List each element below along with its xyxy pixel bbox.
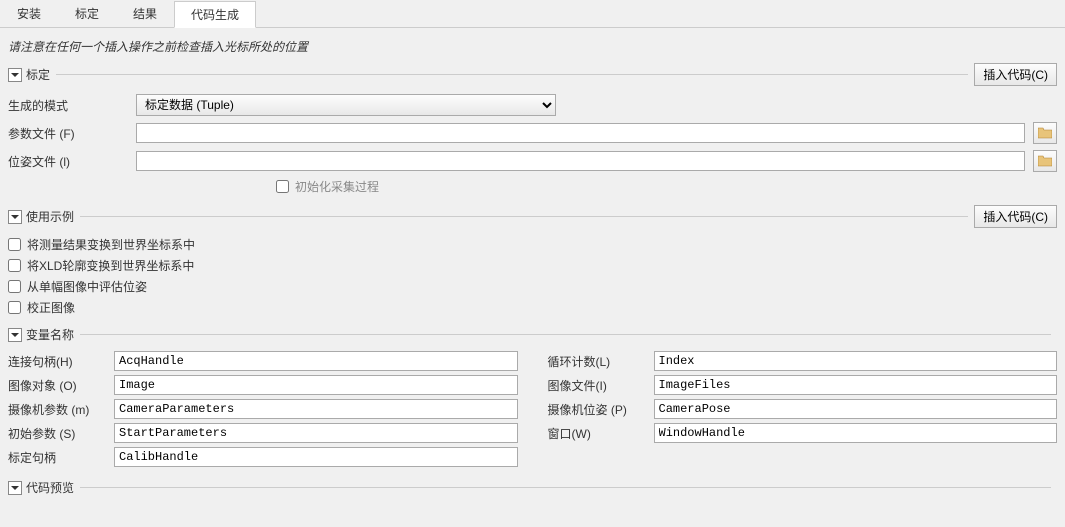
var-label: 图像文件(I) [548,377,650,394]
pose-file-browse-button[interactable] [1033,150,1057,172]
check-xld-world[interactable] [8,259,21,272]
var-label: 摄像机参数 (m) [8,401,110,418]
var-camerapose-input[interactable] [654,399,1058,419]
var-imagefiles-input[interactable] [654,375,1058,395]
param-file-label: 参数文件 (F) [8,125,128,142]
collapse-calib-icon[interactable] [8,68,22,82]
var-startparams-input[interactable] [114,423,518,443]
collapse-preview-icon[interactable] [8,481,22,495]
var-windowhandle-input[interactable] [654,423,1058,443]
var-label: 图像对象 (O) [8,377,110,394]
var-index-input[interactable] [654,351,1058,371]
var-label: 初始参数 (S) [8,425,110,442]
var-camparams-input[interactable] [114,399,518,419]
check-label: 校正图像 [27,299,75,316]
pose-file-label: 位姿文件 (l) [8,153,128,170]
pose-file-input[interactable] [136,151,1025,171]
hint-text: 请注意在任何一个插入操作之前检查插入光标所处的位置 [8,34,1057,63]
param-file-browse-button[interactable] [1033,122,1057,144]
section-preview-title: 代码预览 [26,479,74,496]
gen-mode-label: 生成的模式 [8,97,128,114]
init-proc-label: 初始化采集过程 [295,178,379,195]
check-measure-world[interactable] [8,238,21,251]
gen-mode-select[interactable]: 标定数据 (Tuple) [136,94,556,116]
check-label: 将测量结果变换到世界坐标系中 [27,236,195,253]
var-label: 标定句柄 [8,449,110,466]
collapse-vars-icon[interactable] [8,328,22,342]
check-rectify[interactable] [8,301,21,314]
section-vars-title: 变量名称 [26,326,74,343]
var-calibhandle-input[interactable] [114,447,518,467]
folder-icon [1038,155,1052,167]
tab-results[interactable]: 结果 [116,0,174,27]
tab-bar: 安装 标定 结果 代码生成 [0,0,1065,28]
check-eval-pose[interactable] [8,280,21,293]
param-file-input[interactable] [136,123,1025,143]
divider [80,487,1051,488]
divider [56,74,968,75]
var-acqhandle-input[interactable] [114,351,518,371]
check-label: 从单幅图像中评估位姿 [27,278,147,295]
var-label: 循环计数(L) [548,353,650,370]
tab-install[interactable]: 安装 [0,0,58,27]
divider [80,334,1051,335]
check-label: 将XLD轮廓变换到世界坐标系中 [27,257,194,274]
var-label: 连接句柄(H) [8,353,110,370]
divider [80,216,968,217]
var-label: 摄像机位姿 (P) [548,401,650,418]
folder-icon [1038,127,1052,139]
var-label: 窗口(W) [548,425,650,442]
tab-calibrate[interactable]: 标定 [58,0,116,27]
insert-code-calib-button[interactable]: 插入代码(C) [974,63,1057,86]
section-calib-title: 标定 [26,66,50,83]
tab-codegen[interactable]: 代码生成 [174,1,256,28]
var-image-input[interactable] [114,375,518,395]
collapse-usage-icon[interactable] [8,210,22,224]
insert-code-usage-button[interactable]: 插入代码(C) [974,205,1057,228]
init-proc-checkbox[interactable] [276,180,289,193]
section-usage-title: 使用示例 [26,208,74,225]
